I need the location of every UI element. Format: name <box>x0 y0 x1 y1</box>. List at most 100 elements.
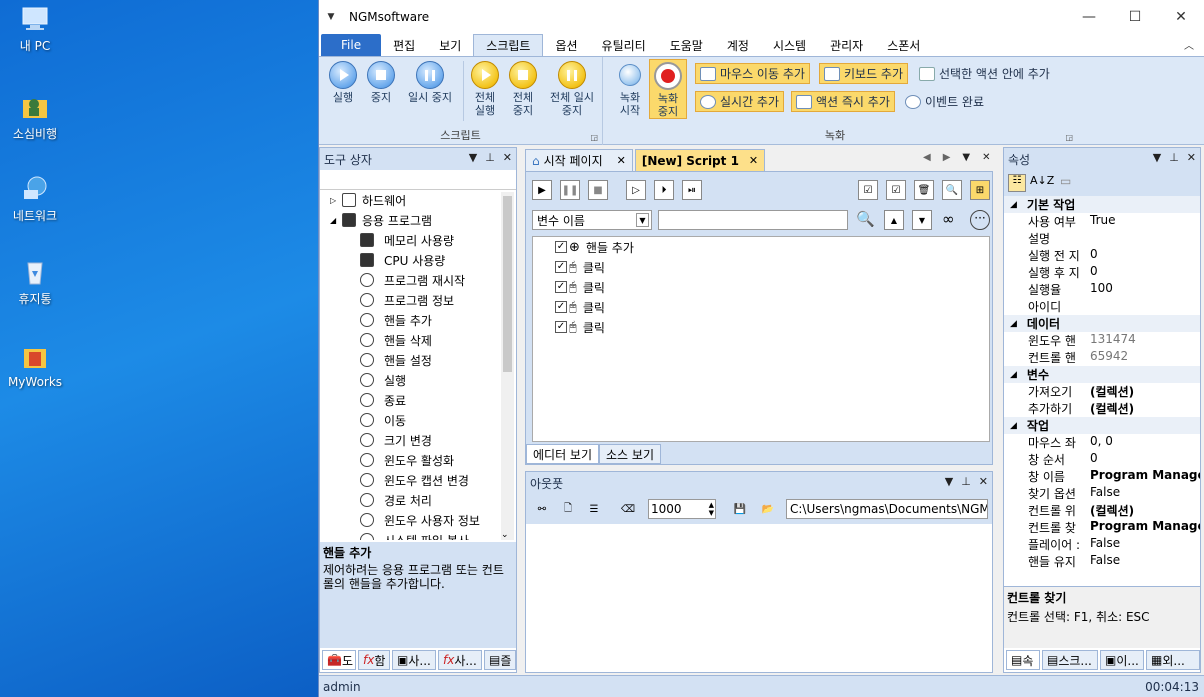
property-row[interactable]: 마우스 좌 0, 0 <box>1004 434 1200 451</box>
toolbox-tree-item[interactable]: 프로그램 재시작 <box>360 270 465 290</box>
property-row[interactable]: 추가하기 (컬렉션) <box>1004 400 1200 417</box>
search-icon[interactable]: 🔍 <box>942 180 962 200</box>
property-row[interactable]: 창 이름 Program Manage <box>1004 468 1200 485</box>
property-row[interactable]: 컨트롤 위 (컬렉션) <box>1004 502 1200 519</box>
infinity-icon[interactable]: ∞ <box>942 210 955 228</box>
checkbox[interactable]: ✓ <box>555 241 567 253</box>
collapse-icon[interactable]: ◢ <box>1010 200 1017 210</box>
scrollbar-thumb[interactable] <box>503 196 512 372</box>
menu-account[interactable]: 계정 <box>715 34 761 56</box>
run-all-button[interactable]: 전체 실행 <box>467 61 503 117</box>
check-all-icon[interactable]: ☑ <box>858 180 878 200</box>
chevron-down-icon[interactable]: ⌄ <box>501 530 509 540</box>
output-log-area[interactable] <box>526 524 992 670</box>
step-play-icon[interactable]: ▷ <box>626 180 646 200</box>
checkbox[interactable]: ✓ <box>555 281 567 293</box>
connect-icon[interactable]: ⚯ <box>532 499 552 519</box>
toolbox-tree-item[interactable]: 크기 변경 <box>360 430 432 450</box>
properties-bottom-tab-image[interactable]: ▣ 이... <box>1100 650 1144 670</box>
property-row[interactable]: 가져오기 (컬렉션) <box>1004 383 1200 400</box>
property-row[interactable]: 컨트롤 핸 65942 <box>1004 349 1200 366</box>
toolbox-tree-item[interactable]: 프로그램 정보 <box>360 290 454 310</box>
search-icon[interactable]: 🔍 <box>856 210 875 228</box>
toolbox-tree-item[interactable]: 이동 <box>360 410 406 430</box>
property-row[interactable]: 핸들 유지 False <box>1004 553 1200 570</box>
toolbox-tree-item[interactable]: 윈도우 캡션 변경 <box>360 470 469 490</box>
property-value[interactable]: 65942 <box>1088 349 1200 366</box>
record-stop-button[interactable]: 녹화 중지 <box>649 59 687 119</box>
property-row[interactable]: 컨트롤 찾 Program Manage <box>1004 519 1200 536</box>
toolbox-tree-item[interactable]: ◢ 응용 프로그램 <box>330 210 432 230</box>
toolbox-tree-item[interactable]: 메모리 사용량 <box>360 230 454 250</box>
step-into-icon[interactable]: ⏵ <box>654 180 674 200</box>
properties-bottom-tab-script[interactable]: ▤ 스크... <box>1042 650 1098 670</box>
delete-icon[interactable]: 🗑 <box>914 180 934 200</box>
maximize-button[interactable]: ☐ <box>1112 0 1158 33</box>
property-row[interactable]: 찾기 옵션 False <box>1004 485 1200 502</box>
event-complete-button[interactable]: 이벤트 완료 <box>901 91 988 112</box>
check-icon[interactable]: ☑ <box>886 180 906 200</box>
collapse-icon[interactable]: ◢ <box>1010 370 1017 380</box>
menu-admin[interactable]: 관리자 <box>818 34 875 56</box>
title-bar[interactable]: ▼ NGMsoftware — ☐ ✕ <box>319 0 1204 33</box>
property-value[interactable]: 0, 0 <box>1088 434 1200 451</box>
tab-editor-view[interactable]: 에디터 보기 <box>526 444 600 464</box>
property-category[interactable]: ◢ 데이터 <box>1004 315 1200 332</box>
property-value[interactable]: 0 <box>1088 247 1200 264</box>
close-icon[interactable]: ✕ <box>617 154 626 167</box>
desktop-icon-my-pc[interactable]: 내 PC <box>2 4 68 54</box>
system-menu-icon[interactable]: ▼ <box>323 12 339 22</box>
tab-source-view[interactable]: 소스 보기 <box>599 444 661 464</box>
script-action-row[interactable]: ✓ ⊕ 핸들 추가 <box>555 237 634 257</box>
stop-button[interactable]: 중지 <box>363 61 399 104</box>
script-action-row[interactable]: ✓ 🖰 클릭 <box>555 317 605 337</box>
pause-icon[interactable]: ❚❚ <box>560 180 580 200</box>
dropdown-icon[interactable]: ▼ <box>962 152 970 163</box>
toolbox-tree-item[interactable]: CPU 사용량 <box>360 250 445 270</box>
dialog-launcher-icon[interactable]: ◲ <box>590 133 598 142</box>
toolbox-tree-item[interactable]: 종료 <box>360 390 406 410</box>
property-value[interactable]: False <box>1088 485 1200 502</box>
property-value[interactable]: False <box>1088 553 1200 570</box>
ribbon-collapse-icon[interactable]: ︿ <box>1184 37 1194 52</box>
property-row[interactable]: 윈도우 핸 131474 <box>1004 332 1200 349</box>
property-value[interactable]: (컬렉션) <box>1088 400 1200 417</box>
toolbox-bottom-tab-favorites[interactable]: ▤ 즐 <box>484 650 516 670</box>
property-pages-icon[interactable]: ▭ <box>1060 174 1071 188</box>
add-mouse-move-button[interactable]: 마우스 이동 추가 <box>695 63 810 84</box>
sort-alpha-icon[interactable]: A↓Z <box>1030 174 1054 187</box>
list-icon[interactable]: ☰ <box>584 499 604 519</box>
add-action-now-button[interactable]: 액션 즉시 추가 <box>791 91 895 112</box>
property-category[interactable]: ◢ 변수 <box>1004 366 1200 383</box>
checkbox[interactable]: ✓ <box>555 321 567 333</box>
save-icon[interactable]: 💾 <box>730 499 750 519</box>
property-category[interactable]: ◢ 작업 <box>1004 417 1200 434</box>
property-row[interactable]: 플레이어 : False <box>1004 536 1200 553</box>
dialog-launcher-icon[interactable]: ◲ <box>1065 133 1073 142</box>
output-line-count-stepper[interactable]: 1000 ▲ ▼ <box>648 499 716 519</box>
property-value[interactable] <box>1088 298 1200 315</box>
property-value[interactable]: 0 <box>1088 451 1200 468</box>
desktop-icon-myworks[interactable]: MyWorks <box>2 342 68 389</box>
chevron-up-icon[interactable]: ▲ <box>884 210 904 230</box>
toolbox-tree-item[interactable]: 윈도우 활성화 <box>360 450 454 470</box>
more-icon[interactable]: ··· <box>970 210 990 230</box>
close-icon[interactable]: ✕ <box>979 475 988 488</box>
property-value[interactable]: 131474 <box>1088 332 1200 349</box>
run-button[interactable]: 실행 <box>325 61 361 104</box>
property-value[interactable]: True <box>1088 213 1200 230</box>
add-inside-selected-button[interactable]: 선택한 액션 안에 추가 <box>915 63 1054 84</box>
toolbox-tree-item[interactable]: 실행 <box>360 370 406 390</box>
property-value[interactable]: False <box>1088 536 1200 553</box>
property-row[interactable]: 창 순서 0 <box>1004 451 1200 468</box>
toolbox-tree-item[interactable]: ▷ 하드웨어 <box>330 190 406 210</box>
toolbox-bottom-tab-toolbox[interactable]: 🧰 도 <box>322 650 356 670</box>
tab-script-1[interactable]: [New] Script 1 ✕ <box>634 149 766 171</box>
folder-open-icon[interactable]: 📂 <box>758 499 778 519</box>
toolbox-bottom-tab-3[interactable]: ▣ 사... <box>392 650 436 670</box>
step-over-icon[interactable]: ⏯ <box>682 180 702 200</box>
close-icon[interactable]: ✕ <box>749 154 758 167</box>
toolbox-tree-item[interactable]: 핸들 삭제 <box>360 330 432 350</box>
property-row[interactable]: 설명 <box>1004 230 1200 247</box>
eraser-icon[interactable]: ⌫ <box>618 499 638 519</box>
